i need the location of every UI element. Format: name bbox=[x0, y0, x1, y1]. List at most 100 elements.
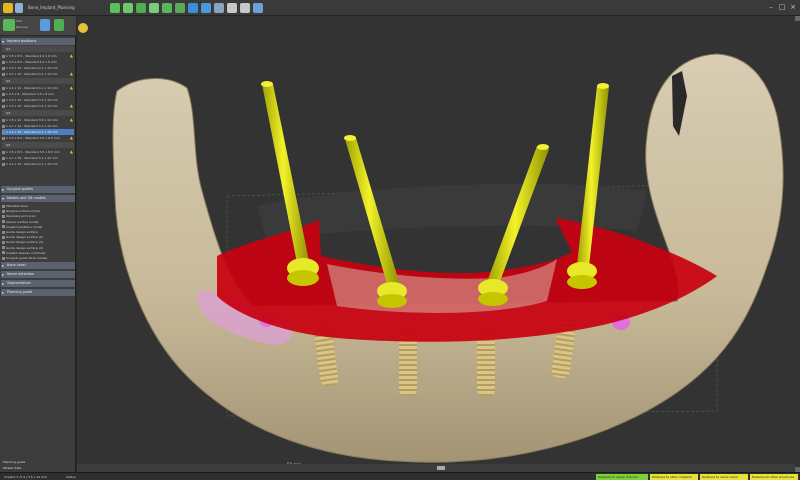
visibility-icon[interactable] bbox=[2, 86, 5, 90]
section-surgical-guides[interactable]: ▸ Surgical guides bbox=[1, 186, 75, 193]
visibility-icon[interactable] bbox=[2, 92, 5, 96]
visibility-icon[interactable] bbox=[2, 235, 5, 239]
model-row-label: Surgical guide (final model) bbox=[6, 256, 48, 260]
visibility-icon[interactable] bbox=[2, 162, 5, 166]
visibility-icon[interactable] bbox=[2, 72, 5, 76]
status-distance-canal: Distance to nerve canal bbox=[700, 474, 748, 480]
new-icon[interactable] bbox=[15, 3, 23, 13]
visibility-icon[interactable] bbox=[2, 240, 5, 244]
implant-row-label: 1 4.1 x 10 - Standard 4.1 x 10 mm bbox=[6, 124, 58, 128]
implant-row-label: 1 3.5 x 8.5 - Standard 3.5 x 8.5 mm bbox=[6, 136, 60, 140]
implant-group[interactable]: Q4 bbox=[2, 142, 74, 148]
window-title: Bone_Implant_Planning bbox=[28, 5, 75, 10]
rotate-icon[interactable] bbox=[201, 3, 211, 13]
implant-row-label: 1 3.5 x 8.5 - Standard 4.1 x 8 mm bbox=[6, 54, 57, 58]
add-icon[interactable] bbox=[3, 19, 15, 31]
implant-row[interactable]: 1 4.1 x 10 - Standard 4.1 x 10 mm ▲ bbox=[2, 71, 74, 77]
app-logo-icon[interactable] bbox=[3, 3, 13, 13]
visibility-icon[interactable] bbox=[2, 214, 5, 218]
implant-body-2[interactable] bbox=[399, 334, 417, 396]
visibility-icon[interactable] bbox=[2, 150, 5, 154]
implant-row-label: 1 4.1 x 10 - Standard 4.1 x 10 mm bbox=[6, 130, 58, 134]
implant-row[interactable]: 1 3.5 x 8.5 - Standard 3.5 x 8.5 mm ▲ bbox=[2, 135, 74, 141]
implant-group[interactable]: Q3 bbox=[2, 110, 74, 116]
visibility-icon[interactable] bbox=[2, 136, 5, 140]
model-row[interactable]: Surgical guide (final model) bbox=[2, 255, 74, 261]
vertical-scrollbar[interactable] bbox=[795, 16, 800, 472]
implant-row[interactable]: 1 3.5 x 10 - Standard 3.5 x 10 mm ▲ bbox=[2, 103, 74, 109]
check-icon[interactable] bbox=[54, 19, 64, 31]
3d-viewport[interactable]: 50 mm bbox=[77, 16, 795, 472]
visibility-icon[interactable] bbox=[2, 204, 5, 208]
implant-row-label: 1 4.1 x 10 - Standard 4.1 x 10 mm bbox=[6, 162, 58, 166]
status-distance-other: Distance to other structures bbox=[750, 474, 798, 480]
section-planning[interactable]: ▸ Planning guide bbox=[1, 289, 75, 296]
implant-row-label: 1 4.1 x 10 - Standard 4.1 x 10 mm bbox=[6, 86, 58, 90]
view-icon[interactable] bbox=[214, 3, 224, 13]
visibility-icon[interactable] bbox=[2, 130, 5, 134]
implant-row-label: 1 3.5 x 8 - Standard 3.5 x 8 mm bbox=[6, 92, 54, 96]
left-panel: Add Remove ▾ Implant positions Q1 1 3.5 x … bbox=[0, 16, 76, 472]
section-nerve[interactable]: ▸ Nerve detection bbox=[1, 271, 75, 278]
maximize-button[interactable]: □ bbox=[777, 3, 787, 12]
visibility-icon[interactable] bbox=[2, 66, 5, 70]
minimize-button[interactable]: – bbox=[766, 3, 776, 12]
visibility-icon[interactable] bbox=[2, 256, 5, 260]
measure-icon[interactable] bbox=[227, 3, 237, 13]
visibility-icon[interactable] bbox=[2, 98, 5, 102]
implant-group[interactable]: Q1 bbox=[2, 46, 74, 52]
implant-icon[interactable] bbox=[136, 3, 146, 13]
visibility-icon[interactable] bbox=[2, 246, 5, 250]
implant-row-label: 1 3.5 x 10 - Standard 3.5 x 10 mm bbox=[6, 118, 58, 122]
edit-icon[interactable] bbox=[40, 19, 50, 31]
sleeve-icon[interactable] bbox=[149, 3, 159, 13]
move-icon[interactable] bbox=[188, 3, 198, 13]
implant-group[interactable]: Q2 bbox=[2, 78, 74, 84]
panel-toolbar: Add Remove bbox=[0, 16, 76, 36]
status-distance-nerve: Distance to nerve: 4.8 mm bbox=[596, 474, 648, 480]
scroll-thumb[interactable] bbox=[437, 466, 445, 470]
visibility-icon[interactable] bbox=[2, 54, 5, 58]
implant-row-label: 1 3.5 x 8.5 - Standard 3.5 x 8.5 mm bbox=[6, 150, 60, 154]
guide-icon[interactable] bbox=[162, 3, 172, 13]
title-bar: Bone_Implant_Planning – □ × bbox=[0, 0, 800, 16]
visibility-icon[interactable] bbox=[2, 118, 5, 122]
implant-row[interactable]: 1 4.1 x 10 - Standard 4.1 x 10 mm bbox=[2, 161, 74, 167]
close-button[interactable]: × bbox=[788, 3, 798, 12]
panel-bottom-tab-2[interactable]: Patient data bbox=[0, 465, 76, 471]
warning-icon: ▲ bbox=[69, 103, 73, 108]
info-icon[interactable] bbox=[253, 3, 263, 13]
section-models[interactable]: ▾ Models and 3D models bbox=[1, 195, 75, 202]
angle-icon[interactable] bbox=[240, 3, 250, 13]
implant-row-label: 1 3.5 x 10 - Standard 4.1 x 10 mm bbox=[6, 66, 58, 70]
visibility-icon[interactable] bbox=[2, 104, 5, 108]
section-segmentation[interactable]: ▸ Segmentation bbox=[1, 280, 75, 287]
implant-row-label: 1 3.5 x 8.5 - Standard 4.1 x 8 mm bbox=[6, 60, 57, 64]
warning-icon: ▲ bbox=[69, 135, 73, 140]
remove-label: Remove bbox=[16, 25, 29, 29]
visibility-icon[interactable] bbox=[2, 156, 5, 160]
status-bar: Implant 4 of 4 | 3.5 x 10 mm Status Dist… bbox=[0, 472, 800, 480]
visibility-icon[interactable] bbox=[2, 230, 5, 234]
export-icon[interactable] bbox=[175, 3, 185, 13]
visibility-icon[interactable] bbox=[2, 251, 5, 255]
implant-row-label: 1 4.1 x 10 - Standard 4.1 x 10 mm bbox=[6, 72, 58, 76]
visibility-icon[interactable] bbox=[2, 124, 5, 128]
status-implant-info: Implant 4 of 4 | 3.5 x 10 mm bbox=[4, 475, 48, 479]
scroll-up-icon[interactable] bbox=[795, 16, 800, 21]
implant-row-label: 1 3.5 x 10 - Standard 3.5 x 10 mm bbox=[6, 98, 58, 102]
section-implants[interactable]: ▾ Implant positions bbox=[1, 38, 75, 45]
visibility-icon[interactable] bbox=[2, 225, 5, 229]
section-bone-level[interactable]: ▸ Bone Level bbox=[1, 262, 75, 269]
visibility-icon[interactable] bbox=[2, 209, 5, 213]
teeth-icon[interactable] bbox=[123, 3, 133, 13]
visibility-icon[interactable] bbox=[2, 220, 5, 224]
visibility-icon[interactable] bbox=[2, 60, 5, 64]
horizontal-scrollbar[interactable] bbox=[77, 464, 795, 472]
implant-body-3[interactable] bbox=[477, 334, 495, 396]
orientation-icon[interactable] bbox=[78, 23, 88, 33]
status-text: Status bbox=[66, 475, 76, 479]
status-distance-implants: Distance to other implants bbox=[650, 474, 698, 480]
segment-icon[interactable] bbox=[110, 3, 120, 13]
implant-row-label: 1 4.1 x 10 - Standard 4.1 x 10 mm bbox=[6, 156, 58, 160]
